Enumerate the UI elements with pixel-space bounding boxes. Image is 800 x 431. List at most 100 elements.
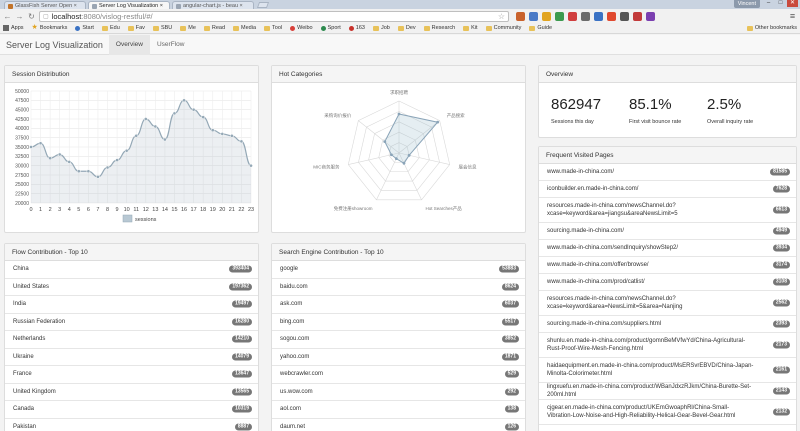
browser-tab-glassfish[interactable]: GlassFish Server Open × (4, 1, 86, 9)
data-point (210, 128, 215, 133)
panel-title: Flow Contribution - Top 10 (5, 244, 258, 261)
bookmark-apps[interactable]: Apps (3, 25, 24, 31)
list-item[interactable]: Canada 10319 (5, 401, 258, 419)
extension-icon[interactable] (555, 11, 564, 21)
app-brand[interactable]: Server Log Visualization (0, 35, 109, 55)
kpi-value: 85.1% (629, 96, 672, 113)
bookmark-folder[interactable]: Read (203, 25, 225, 31)
list-item[interactable]: google 53883 (272, 261, 525, 279)
page-favicon-icon (176, 3, 181, 9)
list-item[interactable]: France 13647 (5, 366, 258, 384)
list-item[interactable]: India 19497 (5, 296, 258, 314)
bookmark-folder[interactable]: Job (372, 25, 390, 31)
extension-icon[interactable] (607, 11, 616, 21)
page-info-icon[interactable]: ▢ (43, 13, 49, 20)
bookmark-bookmarks[interactable]: ★ Bookmarks (32, 24, 68, 31)
profile-badge[interactable]: Vincent (733, 0, 760, 8)
list-item[interactable]: bing.com 5517 (272, 314, 525, 331)
list-item[interactable]: yahoo.com 1871 (272, 349, 525, 366)
page-url: lingxuefu.en.made-in-china.com/product/W… (547, 384, 752, 398)
browser-tab-server-log[interactable]: Server Log Visualization × (88, 1, 170, 9)
bookmark-folder[interactable]: Fav (127, 25, 145, 31)
other-bookmarks[interactable]: Other bookmarks (746, 25, 797, 31)
extension-icon[interactable] (568, 11, 577, 21)
browser-tab-angular-chart[interactable]: angular-chart.js - beau × (172, 1, 254, 9)
data-point (249, 163, 253, 168)
list-item[interactable]: China 393404 (5, 261, 258, 279)
list-item[interactable]: www.made-in-china.com/sendInquiry/showSt… (539, 240, 796, 257)
bookmark-folder[interactable]: Tool (264, 25, 282, 31)
extension-icon[interactable] (594, 11, 603, 21)
country-name: India (13, 301, 27, 308)
list-item[interactable]: Pakistan 8887 (5, 419, 258, 431)
bookmark-start[interactable]: Start (75, 25, 94, 31)
list-item[interactable]: resources.made-in-china.com/newsChannel.… (539, 291, 796, 316)
bookmark-sport[interactable]: Sport (320, 25, 341, 31)
bookmark-weibo[interactable]: Weibo (290, 25, 313, 31)
list-item[interactable]: shunlu.en.made-in-china.com/product/gomn… (539, 333, 796, 358)
bookmark-star-icon[interactable]: ☆ (498, 12, 505, 21)
bookmark-folder[interactable]: Kit (463, 25, 478, 31)
bookmark-163[interactable]: 163 (348, 25, 365, 31)
list-item[interactable]: www.made-in-china.com/prod/catlist/3108 (539, 274, 796, 291)
list-item[interactable]: daum.net 126 (272, 419, 525, 431)
bookmark-folder[interactable]: Edu (101, 25, 120, 31)
close-window-button[interactable]: ✕ (787, 0, 798, 7)
address-bar[interactable]: ▢ localhost:8080/vislog-restful/#/ ☆ (39, 10, 509, 22)
list-item[interactable]: haidaequipment.en.made-in-china.com/prod… (539, 358, 796, 383)
list-item[interactable]: resources.made-in-china.com/newsChannel.… (539, 198, 796, 223)
extension-icon[interactable] (646, 11, 655, 21)
minimize-button[interactable]: – (763, 0, 774, 7)
list-item[interactable]: sogou.com 3852 (272, 331, 525, 349)
extension-icon[interactable] (620, 11, 629, 21)
reload-icon[interactable]: ↻ (27, 12, 36, 21)
list-item[interactable]: Ukraine 14079 (5, 349, 258, 366)
bookmark-folder[interactable]: Community (485, 25, 521, 31)
nav-tab-userflow[interactable]: UserFlow (150, 35, 191, 55)
list-item[interactable]: Russian Federation 16280 (5, 314, 258, 331)
extension-icon[interactable] (529, 11, 538, 21)
browser-menu-icon[interactable]: ≡ (788, 11, 797, 21)
extension-icon[interactable] (542, 11, 551, 21)
bookmark-label: Me (188, 25, 196, 31)
list-item[interactable]: United States 197362 (5, 279, 258, 296)
list-item[interactable]: webcrawler.com 529 (272, 366, 525, 384)
bookmark-folder[interactable]: Me (180, 25, 196, 31)
bookmark-folder[interactable]: Dev (397, 25, 416, 31)
list-item[interactable]: Netherlands 14210 (5, 331, 258, 349)
folder-icon (152, 25, 159, 31)
list-item[interactable]: sourcing.made-in-china.com/4949 (539, 223, 796, 240)
flow-contribution-panel: Flow Contribution - Top 10 China 393404 U… (4, 243, 259, 431)
list-item[interactable]: www.made-in-china.com/offer/browse/3174 (539, 257, 796, 274)
list-item[interactable]: aol.com 138 (272, 401, 525, 419)
count-badge: 292 (504, 388, 519, 396)
bookmark-folder[interactable]: Guide (529, 25, 552, 31)
list-item[interactable]: United Kingdom 13565 (5, 384, 258, 401)
extension-icon[interactable] (581, 11, 590, 21)
search-engine-panel: Search Engine Contribution - Top 10 goog… (271, 243, 526, 431)
extension-icon[interactable] (633, 11, 642, 21)
list-item[interactable]: iconbuilder.en.made-in-china.com/7628 (539, 181, 796, 198)
bookmark-folder[interactable]: Media (233, 25, 256, 31)
nav-tab-overview[interactable]: Overview (108, 34, 150, 55)
new-tab-button[interactable] (256, 2, 270, 8)
list-item[interactable]: www.made-in-china.com/81585 (539, 164, 796, 181)
count-badge: 81585 (770, 168, 790, 176)
extension-icon[interactable] (516, 11, 525, 21)
y-tick-label: 20000 (15, 201, 29, 207)
back-arrow-icon[interactable]: ← (3, 12, 12, 21)
list-item[interactable]: ask.com 6037 (272, 296, 525, 314)
list-item[interactable]: us.wow.com 292 (272, 384, 525, 401)
site-icon (348, 25, 354, 31)
forward-arrow-icon[interactable]: → (15, 12, 24, 21)
bookmark-folder[interactable]: SBU (152, 25, 172, 31)
list-item[interactable]: sourcing.made-in-china.com/suppliers.htm… (539, 316, 796, 333)
y-tick-label: 32500 (15, 154, 29, 160)
radar-category-label: MIC商务服务 (313, 163, 340, 170)
bookmark-folder[interactable]: Research (423, 25, 455, 31)
maximize-button[interactable]: □ (775, 0, 786, 7)
list-item[interactable]: baidu.com 8624 (272, 279, 525, 296)
radar-data-point (389, 153, 393, 157)
list-item[interactable]: cjgear.en.made-in-china.com/product/UKEm… (539, 400, 796, 425)
list-item[interactable]: lingxuefu.en.made-in-china.com/product/W… (539, 383, 796, 400)
